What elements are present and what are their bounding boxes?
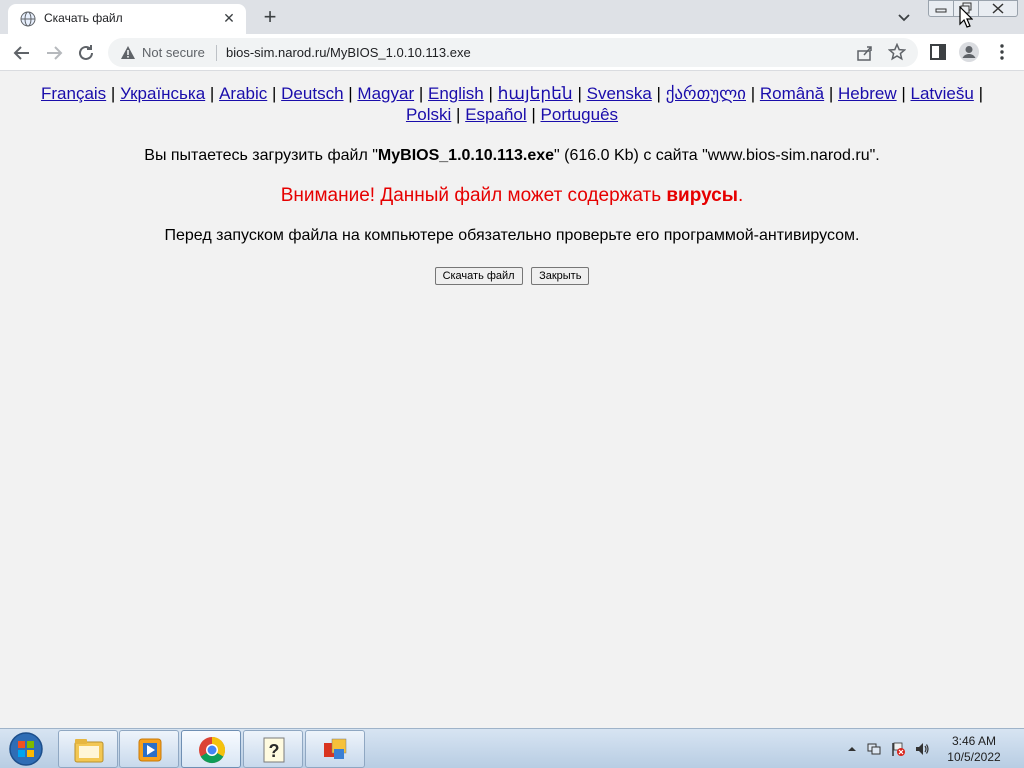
antivirus-advice-text: Перед запуском файла на компьютере обяза… (164, 227, 860, 244)
forward-arrow-icon[interactable] (42, 41, 66, 65)
globe-favicon-icon (20, 11, 36, 27)
page-content: Français | Українська | Arabic | Deutsch… (0, 72, 1024, 728)
lang-separator: | (272, 84, 277, 103)
volume-speaker-icon[interactable] (914, 741, 930, 757)
warning-bold: вирусы (666, 185, 738, 206)
lang-link-polski[interactable]: Polski (406, 105, 451, 124)
lang-separator: | (577, 84, 582, 103)
lang-link-deutsch[interactable]: Deutsch (281, 84, 343, 103)
media-player-icon (138, 738, 162, 762)
lang-link-hebrew[interactable]: Hebrew (838, 84, 897, 103)
omnibox-divider (216, 45, 217, 61)
browser-toolbar: Not secure bios-sim.narod.ru/MyBIOS_1.0.… (0, 34, 1024, 71)
window-close-button[interactable] (978, 0, 1018, 17)
taskbar-media-player-button[interactable] (119, 730, 179, 768)
lang-link-latviesu[interactable]: Latviešu (911, 84, 974, 103)
lang-link-magyar[interactable]: Magyar (357, 84, 414, 103)
lang-separator: | (978, 84, 983, 103)
lang-separator: | (750, 84, 756, 103)
network-icon[interactable] (866, 741, 882, 757)
action-buttons: Скачать файл Закрыть (0, 266, 1024, 285)
download-file-button[interactable]: Скачать файл (434, 267, 523, 285)
url-text[interactable]: bios-sim.narod.ru/MyBIOS_1.0.10.113.exe (226, 45, 471, 60)
lang-separator: | (488, 84, 493, 103)
lang-link-romana[interactable]: Română (760, 84, 824, 103)
clock-date: 10/5/2022 (947, 750, 1001, 764)
lang-separator: | (656, 84, 661, 103)
lang-separator: | (456, 105, 461, 124)
download-info-text: Вы пытаетесь загрузить файл "MyBIOS_1.0.… (0, 147, 1024, 165)
menu-kebab-icon[interactable] (992, 42, 1012, 62)
lang-separator: | (828, 84, 834, 103)
address-bar[interactable]: Not secure bios-sim.narod.ru/MyBIOS_1.0.… (108, 38, 918, 67)
lang-link-svenska[interactable]: Svenska (587, 84, 652, 103)
lang-separator: | (418, 84, 424, 103)
colored-squares-app-icon (324, 738, 347, 759)
action-center-flag-icon[interactable] (890, 741, 906, 757)
lang-link-portugues[interactable]: Português (541, 105, 619, 124)
tab-title: Скачать файл (44, 11, 123, 25)
download-info-suffix: " (616.0 Kb) с сайта "www.bios-sim.narod… (554, 147, 880, 164)
help-document-icon: ? (263, 737, 285, 763)
back-arrow-icon[interactable] (10, 41, 34, 65)
lang-link-espanol[interactable]: Español (465, 105, 526, 124)
close-icon (992, 3, 1004, 14)
lang-separator: | (348, 84, 353, 103)
taskbar-app-button[interactable] (305, 730, 365, 768)
browser-tab[interactable]: Скачать файл ✕ (8, 4, 246, 34)
windows-taskbar: ? 3:46 AM 10/5/2022 (0, 728, 1024, 768)
new-tab-button[interactable]: + (258, 6, 282, 30)
close-page-button[interactable]: Закрыть (531, 267, 590, 285)
tab-strip: Скачать файл ✕ + (0, 0, 1024, 34)
virus-warning-text: Внимание! Данный файл может содержать ви… (0, 185, 1024, 207)
download-filename: MyBIOS_1.0.10.113.exe (377, 147, 555, 164)
reload-icon[interactable] (74, 41, 98, 65)
windows-start-orb-icon[interactable] (4, 731, 48, 767)
lang-separator: | (901, 84, 906, 103)
chrome-icon (199, 736, 226, 764)
window-minimize-button[interactable] (928, 0, 954, 17)
lang-link-armenian[interactable]: հայերեն (498, 84, 573, 103)
warning-triangle-icon[interactable] (120, 45, 136, 61)
tab-close-icon[interactable]: ✕ (220, 9, 238, 27)
taskbar-explorer-button[interactable] (58, 730, 118, 768)
side-panel-icon[interactable] (928, 42, 948, 62)
folder-icon (74, 739, 104, 763)
download-info-prefix: Вы пытаетесь загрузить файл " (144, 147, 378, 164)
taskbar-help-button[interactable]: ? (243, 730, 303, 768)
lang-link-ukrainian[interactable]: Українська (120, 84, 205, 103)
tab-search-chevron-icon[interactable] (894, 7, 914, 27)
taskbar-clock[interactable]: 3:46 AM 10/5/2022 (932, 733, 1016, 765)
taskbar-chrome-button[interactable] (181, 730, 241, 768)
warning-suffix: . (737, 185, 744, 206)
share-icon[interactable] (856, 44, 874, 62)
show-hidden-icons-icon[interactable] (844, 741, 860, 757)
lang-separator: | (209, 84, 215, 103)
language-links: Français | Українська | Arabic | Deutsch… (20, 83, 1004, 125)
clock-time: 3:46 AM (951, 734, 997, 748)
bookmark-star-icon[interactable] (888, 43, 906, 61)
svg-text:?: ? (269, 741, 280, 761)
mouse-cursor-icon (959, 6, 973, 28)
minimize-icon (935, 8, 947, 13)
lang-link-georgian[interactable]: ქართული (666, 84, 746, 103)
lang-separator: | (531, 105, 536, 124)
profile-avatar-icon[interactable] (958, 41, 980, 63)
lang-link-francais[interactable]: Français (41, 84, 106, 103)
not-secure-label[interactable]: Not secure (142, 45, 205, 60)
warning-prefix: Внимание! Данный файл может содержать (280, 185, 667, 206)
lang-link-english[interactable]: English (428, 84, 484, 103)
lang-separator: | (110, 84, 116, 103)
lang-link-arabic[interactable]: Arabic (219, 84, 267, 103)
